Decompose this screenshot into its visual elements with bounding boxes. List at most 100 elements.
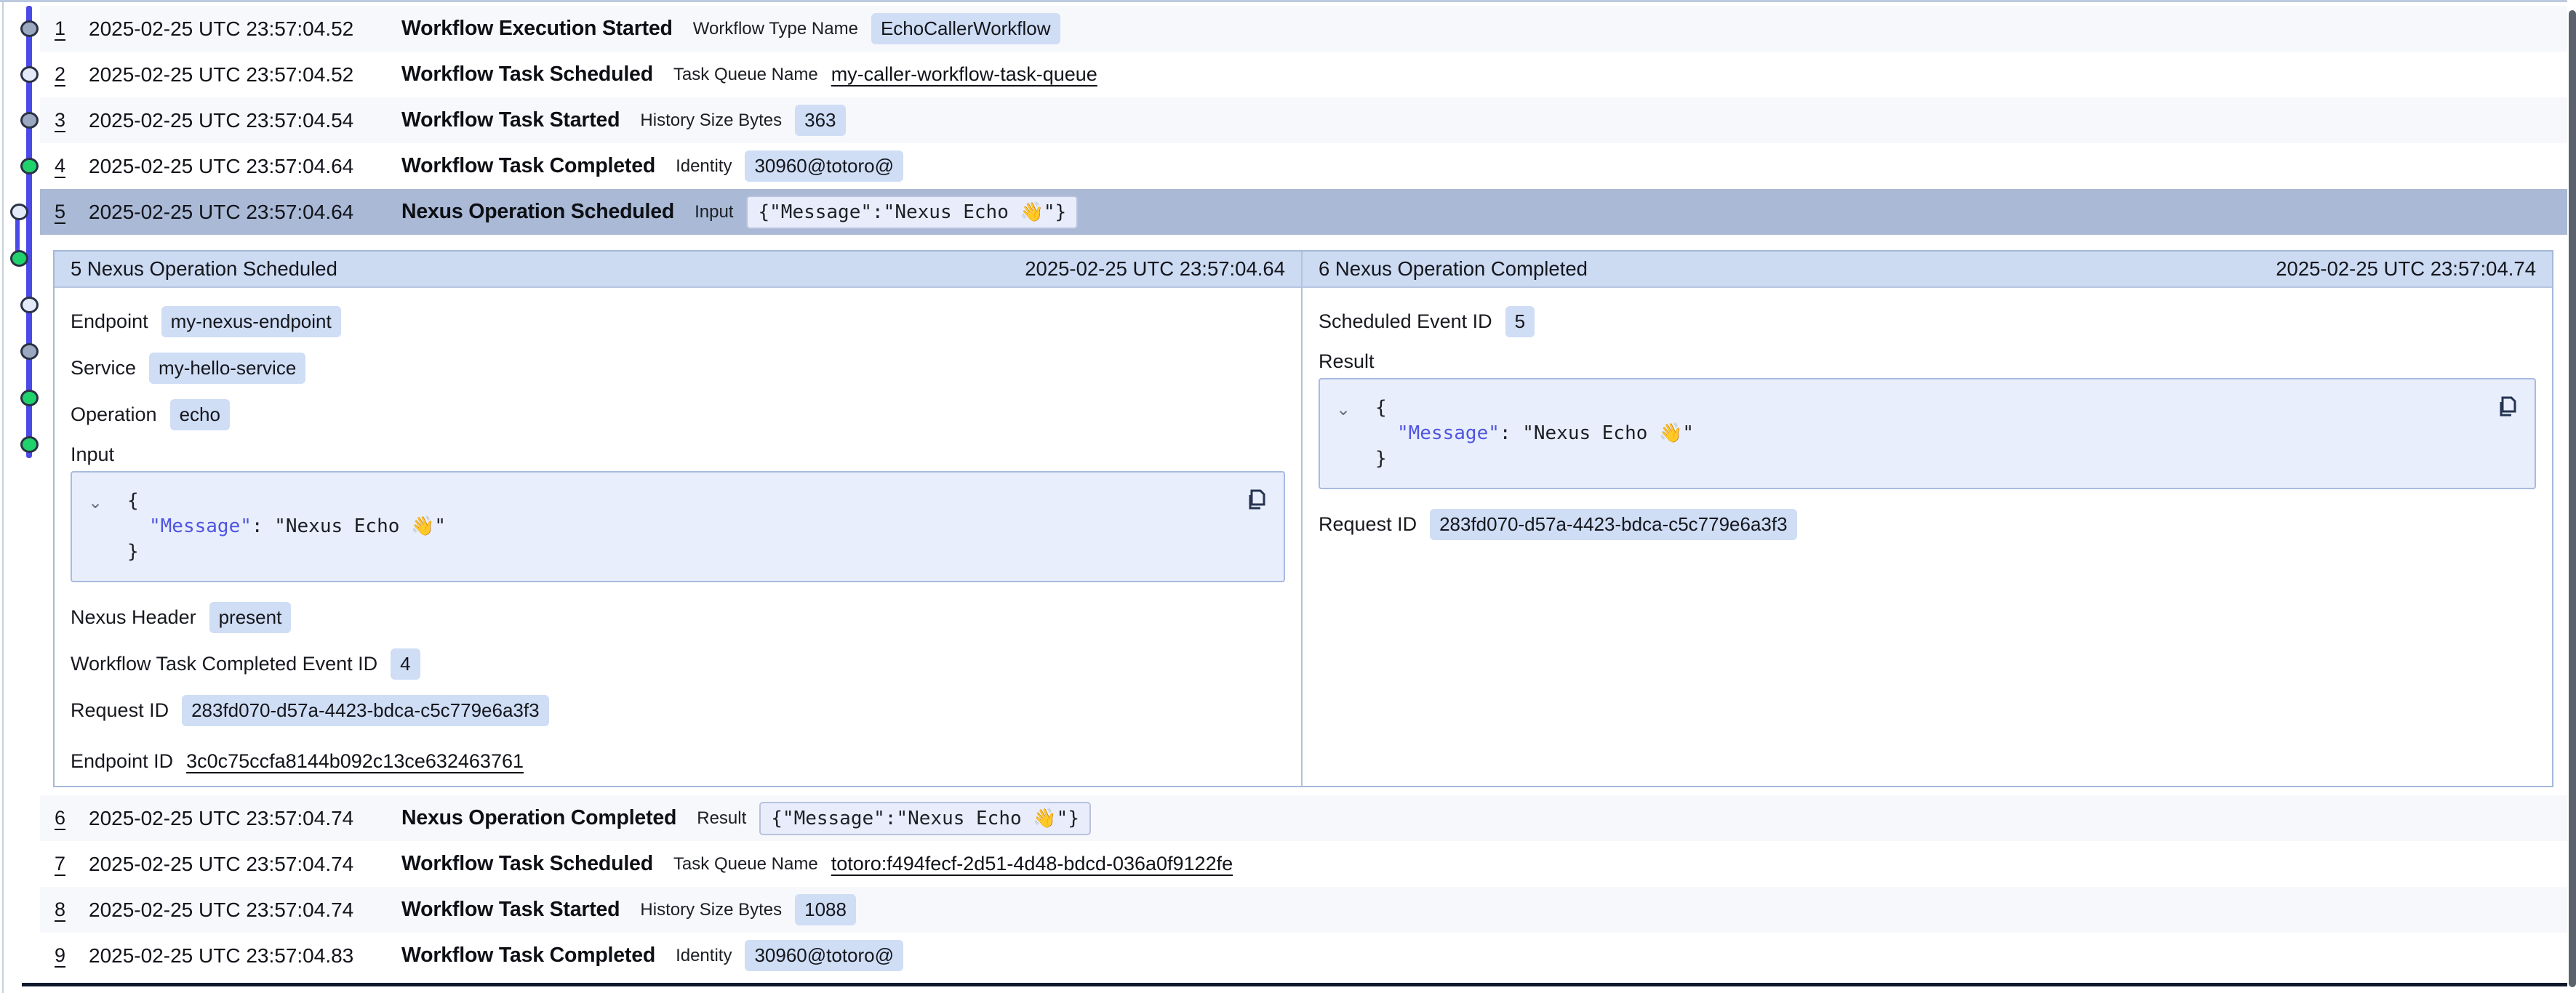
event-timestamp: 2025-02-25 UTC 23:57:04.64: [89, 155, 401, 178]
timeline-dot-green: [20, 436, 39, 453]
event-attr-badge: EchoCallerWorkflow: [871, 13, 1060, 44]
field-value-badge: 283fd070-d57a-4423-bdca-c5c779e6a3f3: [1430, 509, 1797, 540]
field-value-badge: 4: [391, 648, 420, 680]
input-section-label: Input: [71, 438, 1285, 471]
top-border: [0, 0, 2567, 2]
event-attr-code-chip: {"Message":"Nexus Echo 👋"}: [746, 196, 1078, 229]
event-row-4[interactable]: 4 2025-02-25 UTC 23:57:04.64 Workflow Ta…: [40, 143, 2567, 189]
event-type: Workflow Task Completed: [401, 944, 655, 968]
event-timestamp: 2025-02-25 UTC 23:57:04.83: [89, 944, 401, 968]
panel-header: 5 Nexus Operation Scheduled 2025-02-25 U…: [55, 252, 1301, 288]
field-endpoint-id: Endpoint ID 3c0c75ccfa8144b092c13ce63246…: [71, 738, 1285, 784]
event-row-7[interactable]: 7 2025-02-25 UTC 23:57:04.74 Workflow Ta…: [40, 841, 2567, 887]
workflow-event-history: 1 2025-02-25 UTC 23:57:04.52 Workflow Ex…: [0, 0, 2576, 993]
event-attr-label: Result: [697, 808, 746, 829]
field-value-badge: 5: [1505, 306, 1535, 337]
collapse-chevron-icon[interactable]: ⌄: [1336, 397, 1351, 422]
event-attr-label: Task Queue Name: [673, 65, 818, 85]
panel-title: 6 Nexus Operation Completed: [1319, 257, 1588, 281]
json-colon: :: [1500, 422, 1522, 444]
timeline-dot-light: [20, 297, 39, 313]
event-attr-label: Identity: [676, 946, 732, 966]
event-id-link[interactable]: 2: [55, 63, 89, 86]
event-row-3[interactable]: 3 2025-02-25 UTC 23:57:04.54 Workflow Ta…: [40, 97, 2567, 143]
event-attr-badge: 30960@totoro@: [745, 150, 903, 182]
event-row-6[interactable]: 6 2025-02-25 UTC 23:57:04.74 Nexus Opera…: [40, 795, 2567, 841]
collapse-chevron-icon[interactable]: ⌄: [88, 490, 103, 515]
field-label: Nexus Header: [71, 606, 196, 629]
event-id-link[interactable]: 6: [55, 807, 89, 829]
json-value: "Nexus Echo 👋": [274, 515, 446, 537]
event-row-2[interactable]: 2 2025-02-25 UTC 23:57:04.52 Workflow Ta…: [40, 52, 2567, 97]
field-label: Service: [71, 357, 136, 379]
event-id-link[interactable]: 9: [55, 944, 89, 967]
event-attr-badge: 1088: [795, 894, 856, 925]
event-row-8[interactable]: 8 2025-02-25 UTC 23:57:04.74 Workflow Ta…: [40, 887, 2567, 933]
field-label: Request ID: [71, 699, 169, 722]
event-row-5-selected[interactable]: 5 2025-02-25 UTC 23:57:04.64 Nexus Opera…: [40, 189, 2567, 235]
event-id-link[interactable]: 5: [55, 201, 89, 223]
event-attr-label: Input: [695, 202, 733, 222]
json-line: "Message": "Nexus Echo 👋": [1339, 421, 2516, 446]
event-timestamp: 2025-02-25 UTC 23:57:04.74: [89, 807, 401, 830]
event-timestamp: 2025-02-25 UTC 23:57:04.52: [89, 17, 401, 41]
left-border: [2, 2, 4, 993]
copy-icon[interactable]: [2494, 394, 2519, 419]
field-value-badge: my-nexus-endpoint: [161, 306, 341, 337]
event-id-link[interactable]: 7: [55, 853, 89, 875]
field-service: Service my-hello-service: [71, 345, 1285, 391]
timeline-branch-connector: [17, 210, 31, 214]
json-line: {: [1339, 395, 2516, 421]
panel-nexus-operation-scheduled: 5 Nexus Operation Scheduled 2025-02-25 U…: [55, 252, 1303, 786]
timeline-dot-green: [10, 250, 28, 267]
panel-timestamp: 2025-02-25 UTC 23:57:04.64: [1025, 257, 1285, 281]
panel-body: Scheduled Event ID 5 Result ⌄ { "Message…: [1303, 288, 2552, 558]
json-line: }: [91, 539, 1265, 565]
result-section-label: Result: [1319, 345, 2536, 378]
field-label: Operation: [71, 403, 157, 426]
event-timestamp: 2025-02-25 UTC 23:57:04.54: [89, 109, 401, 132]
vertical-scrollbar[interactable]: [2569, 10, 2576, 987]
task-queue-link[interactable]: totoro:f494fecf-2d51-4d48-bdcd-036a0f912…: [831, 853, 1233, 875]
event-id-link[interactable]: 1: [55, 17, 89, 40]
timeline-dot-gray: [20, 20, 39, 37]
event-timestamp: 2025-02-25 UTC 23:57:04.64: [89, 201, 401, 224]
field-label: Endpoint: [71, 310, 148, 333]
field-label: Workflow Task Completed Event ID: [71, 653, 377, 675]
json-key: "Message": [1397, 422, 1500, 444]
json-colon: :: [252, 515, 274, 537]
event-type: Nexus Operation Scheduled: [401, 200, 674, 224]
field-label: Scheduled Event ID: [1319, 310, 1492, 333]
event-timestamp: 2025-02-25 UTC 23:57:04.52: [89, 63, 401, 87]
field-label: Request ID: [1319, 513, 1417, 536]
panel-nexus-operation-completed: 6 Nexus Operation Completed 2025-02-25 U…: [1303, 252, 2552, 786]
event-id-link[interactable]: 3: [55, 109, 89, 132]
timeline-line: [26, 6, 32, 458]
event-attr-label: Task Queue Name: [673, 854, 818, 875]
event-row-9[interactable]: 9 2025-02-25 UTC 23:57:04.83 Workflow Ta…: [40, 933, 2567, 978]
bottom-divider: [22, 983, 2567, 986]
timeline-branch-connector: [17, 257, 31, 261]
event-id-link[interactable]: 8: [55, 898, 89, 921]
event-attr-label: Workflow Type Name: [693, 19, 858, 39]
event-type: Workflow Task Scheduled: [401, 852, 653, 876]
panel-timestamp: 2025-02-25 UTC 23:57:04.74: [2276, 257, 2536, 281]
expanded-event-panels: 5 Nexus Operation Scheduled 2025-02-25 U…: [53, 250, 2553, 787]
event-type: Workflow Execution Started: [401, 17, 673, 41]
event-id-link[interactable]: 4: [55, 155, 89, 177]
json-line: "Message": "Nexus Echo 👋": [91, 514, 1265, 539]
field-value-badge: 283fd070-d57a-4423-bdca-c5c779e6a3f3: [182, 695, 549, 726]
copy-icon[interactable]: [1243, 487, 1268, 512]
endpoint-id-link[interactable]: 3c0c75ccfa8144b092c13ce632463761: [186, 750, 524, 773]
event-attr-label: History Size Bytes: [640, 110, 782, 131]
json-line: }: [1339, 446, 2516, 472]
event-type: Nexus Operation Completed: [401, 806, 676, 830]
field-endpoint: Endpoint my-nexus-endpoint: [71, 298, 1285, 345]
json-line: {: [91, 489, 1265, 514]
event-attr-badge: 30960@totoro@: [745, 940, 903, 971]
event-row-1[interactable]: 1 2025-02-25 UTC 23:57:04.52 Workflow Ex…: [40, 6, 2567, 52]
field-request-id: Request ID 283fd070-d57a-4423-bdca-c5c77…: [1319, 501, 2536, 547]
event-rows-top: 1 2025-02-25 UTC 23:57:04.52 Workflow Ex…: [40, 6, 2567, 235]
task-queue-link[interactable]: my-caller-workflow-task-queue: [831, 63, 1097, 86]
field-workflow-task-completed-event-id: Workflow Task Completed Event ID 4: [71, 640, 1285, 687]
